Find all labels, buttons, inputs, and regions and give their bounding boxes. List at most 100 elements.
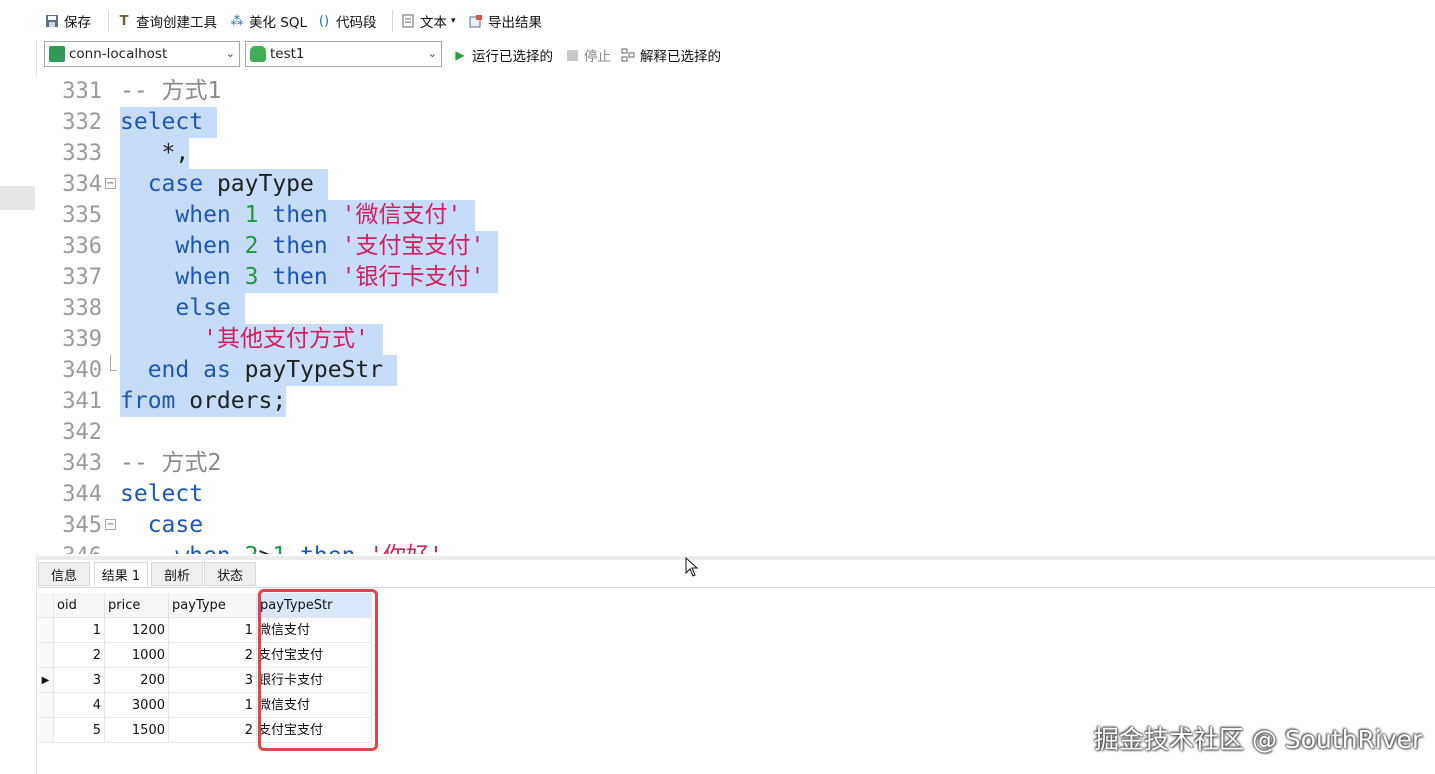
- table-cell[interactable]: 2: [169, 643, 257, 668]
- code-line[interactable]: 345− case: [36, 510, 1435, 541]
- explain-icon: [620, 47, 636, 63]
- code-line[interactable]: 335 when 1 then '微信支付': [36, 200, 1435, 231]
- code-token: select: [120, 109, 204, 135]
- line-number: 340: [62, 358, 102, 383]
- connection-select[interactable]: conn-localhost ⌄: [44, 41, 240, 67]
- line-number: 343: [62, 451, 102, 476]
- row-indicator[interactable]: [38, 718, 54, 743]
- current-row-icon: ▶: [41, 675, 50, 686]
- code-snippet-button[interactable]: () 代码段: [316, 10, 377, 32]
- code-line[interactable]: 344 select: [36, 479, 1435, 510]
- table-cell[interactable]: 1200: [105, 618, 169, 643]
- code-line[interactable]: 343 -- 方式2: [36, 448, 1435, 479]
- table-cell[interactable]: 3: [54, 668, 105, 693]
- stop-button[interactable]: 停止: [564, 44, 611, 66]
- table-cell[interactable]: 1500: [105, 718, 169, 743]
- row-indicator[interactable]: [38, 643, 54, 668]
- dropdown-arrow-icon: ▾: [451, 16, 456, 26]
- code-text: end as payTypeStr: [120, 355, 397, 386]
- row-indicator[interactable]: ▶: [38, 668, 54, 693]
- table-cell[interactable]: 5: [54, 718, 105, 743]
- fold-toggle-icon[interactable]: −: [105, 519, 116, 530]
- highlight-box: [258, 589, 378, 751]
- code-line[interactable]: 337 when 3 then '银行卡支付': [36, 262, 1435, 293]
- code-token: then: [300, 543, 355, 554]
- code-token: case: [147, 171, 204, 197]
- code-text: -- 方式1: [120, 76, 221, 107]
- code-line[interactable]: 333 *,: [36, 138, 1435, 169]
- table-cell[interactable]: 3: [169, 668, 257, 693]
- tab-info[interactable]: 信息: [38, 562, 90, 586]
- line-number: 341: [62, 389, 102, 414]
- table-cell[interactable]: 1: [54, 618, 105, 643]
- table-cell[interactable]: 2: [54, 643, 105, 668]
- column-header-oid[interactable]: oid: [54, 593, 105, 618]
- query-builder-button[interactable]: T 查询创建工具: [116, 10, 217, 32]
- code-token: when: [175, 543, 230, 554]
- chevron-down-icon: ⌄: [427, 47, 437, 60]
- code-token: '支付宝支付': [341, 233, 485, 259]
- fold-toggle-icon[interactable]: −: [105, 178, 116, 189]
- code-line[interactable]: 339 '其他支付方式': [36, 324, 1435, 355]
- code-line[interactable]: 332 select: [36, 107, 1435, 138]
- code-line[interactable]: 340 end as payTypeStr: [36, 355, 1435, 386]
- mouse-cursor-icon: [685, 557, 699, 577]
- code-token: '你好': [369, 543, 443, 554]
- table-cell[interactable]: 1: [169, 693, 257, 718]
- table-cell[interactable]: 200: [105, 668, 169, 693]
- run-selected-label: 运行已选择的: [472, 49, 553, 65]
- code-token: orders;: [175, 388, 287, 414]
- tab-result-1[interactable]: 结果 1: [94, 562, 148, 586]
- column-header-paytype[interactable]: payType: [169, 593, 257, 618]
- code-line[interactable]: 331 -- 方式1: [36, 76, 1435, 107]
- code-line[interactable]: 334− case payType: [36, 169, 1435, 200]
- export-results-button[interactable]: 导出结果: [468, 10, 542, 32]
- code-text: select: [120, 479, 203, 510]
- code-line[interactable]: 338 else: [36, 293, 1435, 324]
- code-text: case: [120, 510, 203, 541]
- save-button[interactable]: 保存: [44, 10, 91, 32]
- code-line[interactable]: 346 when 2>1 then '你好': [36, 541, 1435, 554]
- line-number: 336: [62, 234, 102, 259]
- table-cell[interactable]: 3000: [105, 693, 169, 718]
- left-panel-selection: [0, 186, 35, 210]
- row-indicator[interactable]: [38, 693, 54, 718]
- table-cell[interactable]: 1: [169, 618, 257, 643]
- code-line[interactable]: 342: [36, 417, 1435, 448]
- tab-status[interactable]: 状态: [204, 562, 256, 586]
- text-mode-button[interactable]: 文本 ▾: [400, 10, 456, 32]
- sql-editor[interactable]: 331 -- 方式1 332 select 333 *, 334− case payTy…: [36, 76, 1435, 554]
- row-indicator-header: [38, 593, 54, 618]
- splitter[interactable]: [36, 556, 1435, 560]
- beautify-sql-button[interactable]: ⁂ 美化 SQL: [229, 10, 308, 32]
- explain-selected-button[interactable]: 解释已选择的: [620, 44, 721, 66]
- code-token: payType: [203, 171, 328, 197]
- stop-label: 停止: [584, 49, 611, 65]
- table-cell[interactable]: 4: [54, 693, 105, 718]
- code-token: when: [175, 233, 231, 259]
- beautify-sql-label: 美化 SQL: [249, 15, 308, 31]
- table-cell[interactable]: 2: [169, 718, 257, 743]
- code-token: 1: [272, 543, 286, 554]
- query-builder-label: 查询创建工具: [136, 15, 217, 31]
- code-token: when: [175, 264, 231, 290]
- code-line[interactable]: 336 when 2 then '支付宝支付': [36, 231, 1435, 262]
- table-cell[interactable]: 1000: [105, 643, 169, 668]
- tab-profile[interactable]: 剖析: [151, 562, 203, 586]
- code-line[interactable]: 341 from orders;: [36, 386, 1435, 417]
- code-token: 3: [244, 264, 259, 290]
- line-number: 338: [62, 296, 102, 321]
- column-header-price[interactable]: price: [105, 593, 169, 618]
- row-indicator[interactable]: [38, 618, 54, 643]
- run-selected-button[interactable]: ▶ 运行已选择的: [452, 44, 553, 66]
- database-select[interactable]: test1 ⌄: [245, 41, 442, 67]
